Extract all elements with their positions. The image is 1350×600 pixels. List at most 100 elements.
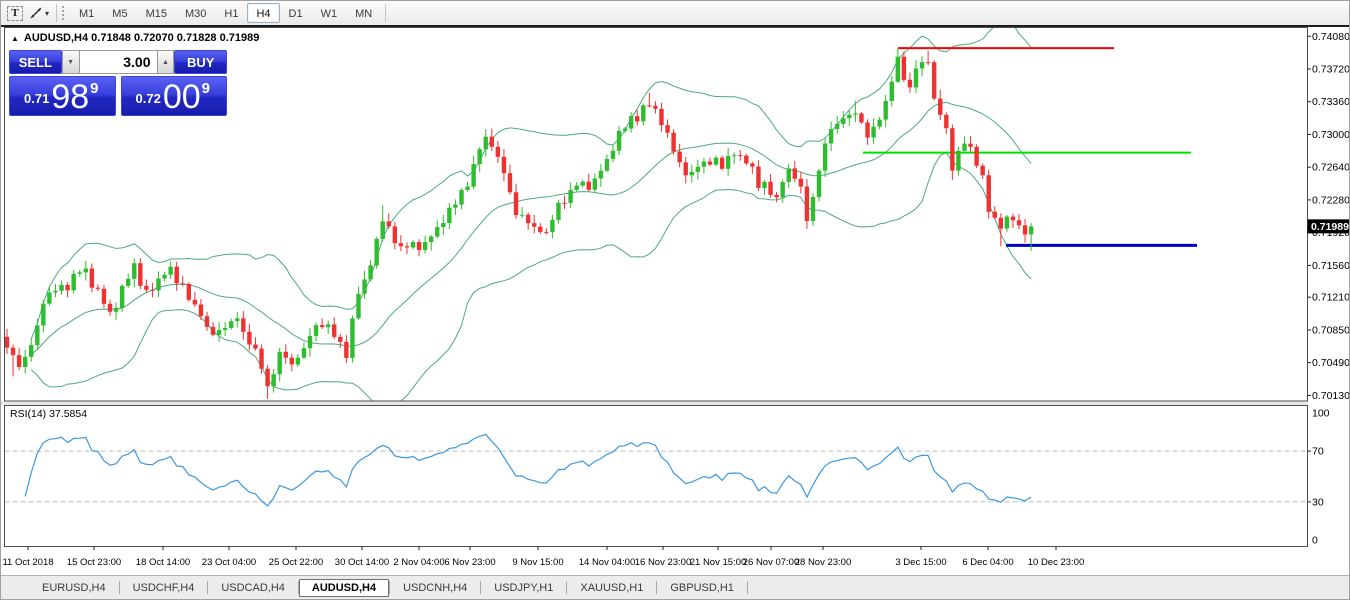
candle-body — [447, 208, 451, 223]
one-click-trading-panel: SELL ▼ ▲ BUY 0.71 98 9 0.72 00 9 — [9, 50, 227, 116]
price-axis-label: 0.73000 — [1312, 129, 1350, 141]
candle-body — [53, 291, 57, 293]
buy-button[interactable]: BUY — [174, 50, 227, 74]
candle-body — [787, 168, 791, 182]
timeframe-button-M1[interactable]: M1 — [70, 3, 103, 23]
time-axis-label: 2 Nov 04:00 — [393, 557, 444, 568]
candle-body — [920, 62, 924, 68]
candle-body — [793, 168, 797, 178]
tab-USDCAD-H4[interactable]: USDCAD,H4 — [208, 579, 298, 597]
price-axis-label: 0.71210 — [1312, 292, 1350, 304]
candle-body — [253, 344, 257, 348]
candle-body — [17, 355, 21, 367]
candle-body — [859, 113, 863, 122]
candle-body — [799, 179, 803, 187]
sell-price-button[interactable]: 0.71 98 9 — [9, 76, 116, 116]
candle-body — [23, 357, 27, 367]
candle-body — [453, 205, 457, 208]
candle-body — [623, 129, 627, 131]
tab-EURUSD-H4[interactable]: EURUSD,H4 — [29, 579, 119, 597]
sell-price-pip: 9 — [90, 80, 98, 97]
candle-body — [308, 336, 312, 348]
collapse-panel-icon[interactable]: ▲ — [11, 34, 19, 43]
candle-body — [205, 316, 209, 327]
timeframe-button-W1[interactable]: W1 — [312, 3, 347, 23]
price-axis-label: 0.70490 — [1312, 357, 1350, 369]
toolbar-drag-handle[interactable] — [61, 5, 66, 21]
candle-body — [871, 127, 875, 138]
candle-body — [90, 268, 94, 287]
candle-body — [641, 105, 645, 121]
candle-body — [544, 232, 548, 233]
candle-body — [853, 113, 857, 114]
rsi-indicator-label: RSI(14) 37.5854 — [10, 408, 87, 420]
candle-body — [120, 286, 124, 308]
candle-body — [496, 147, 500, 157]
time-axis-label: 25 Oct 22:00 — [269, 557, 323, 568]
candle-body — [484, 137, 488, 150]
tab-USDJPY-H1[interactable]: USDJPY,H1 — [481, 579, 566, 597]
rsi-axis-label: 100 — [1312, 408, 1330, 420]
candle-body — [393, 226, 397, 243]
candle-body — [326, 324, 330, 327]
mt4-window: T ▾ M1M5M15M30H1H4D1W1MN 0.740800.737200… — [0, 0, 1350, 600]
pane-splitter[interactable] — [1, 401, 1308, 406]
candle-body — [65, 285, 69, 290]
candle-body — [193, 300, 197, 305]
price-axis-label: 0.72640 — [1312, 162, 1350, 174]
candle-body — [574, 186, 578, 190]
candle-body — [338, 337, 342, 342]
timeframe-button-M15[interactable]: M15 — [137, 3, 176, 23]
candle-body — [902, 57, 906, 80]
candle-body — [381, 221, 385, 238]
candle-body — [780, 182, 784, 197]
tab-USDCHF-H4[interactable]: USDCHF,H4 — [120, 579, 208, 597]
candle-body — [229, 321, 233, 328]
time-axis-label: 11 Oct 2018 — [2, 557, 53, 568]
candle-body — [423, 242, 427, 250]
price-axis-label: 0.70850 — [1312, 324, 1350, 336]
text-tool-button[interactable]: T — [4, 3, 26, 23]
price-axis-label: 0.71560 — [1312, 260, 1350, 272]
candle-body — [690, 172, 694, 175]
tab-GBPUSD-H1[interactable]: GBPUSD,H1 — [657, 579, 747, 597]
timeframe-button-M30[interactable]: M30 — [176, 3, 215, 23]
timeframe-button-H4[interactable]: H4 — [247, 3, 279, 23]
price-axis-label: 0.74080 — [1312, 31, 1350, 43]
tab-XAUUSD-H1[interactable]: XAUUSD,H1 — [567, 579, 656, 597]
candle-body — [5, 337, 9, 348]
timeframe-button-M5[interactable]: M5 — [103, 3, 136, 23]
sell-button[interactable]: SELL — [9, 50, 62, 74]
candle-body — [162, 275, 166, 279]
candle-body — [405, 246, 409, 247]
timeframe-button-MN[interactable]: MN — [346, 3, 381, 23]
buy-price-button[interactable]: 0.72 00 9 — [121, 76, 228, 116]
candle-body — [181, 283, 185, 284]
timeframe-button-H1[interactable]: H1 — [215, 3, 247, 23]
volume-input[interactable] — [80, 50, 157, 74]
candle-body — [980, 166, 984, 176]
candle-body — [635, 116, 639, 121]
text-tool-icon: T — [7, 6, 22, 21]
candle-body — [671, 133, 675, 152]
candle-body — [411, 242, 415, 247]
candle-body — [659, 109, 663, 125]
tab-AUDUSD-H4[interactable]: AUDUSD,H4 — [299, 579, 389, 597]
candle-body — [1029, 226, 1033, 234]
candle-body — [926, 62, 930, 63]
tab-USDCNH-H4[interactable]: USDCNH,H4 — [390, 579, 480, 597]
candle-body — [1011, 217, 1015, 221]
buy-price-pip: 9 — [202, 80, 210, 97]
candle-body — [829, 129, 833, 143]
candle-body — [374, 239, 378, 266]
candle-body — [96, 288, 100, 289]
candle-body — [738, 155, 742, 156]
volume-increase-button[interactable]: ▲ — [157, 50, 175, 74]
volume-decrease-button[interactable]: ▼ — [62, 50, 80, 74]
candle-body — [835, 124, 839, 129]
timeframe-button-D1[interactable]: D1 — [280, 3, 312, 23]
arrows-tool-button[interactable]: ▾ — [26, 3, 52, 23]
time-axis-label: 21 Nov 15:00 — [690, 557, 747, 568]
candle-body — [914, 68, 918, 87]
candle-body — [520, 215, 524, 216]
